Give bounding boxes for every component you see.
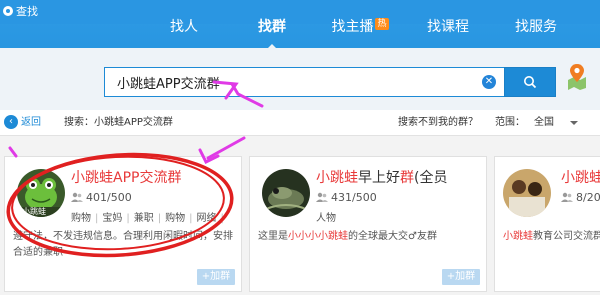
hot-badge: 热 [375,18,389,30]
search-input[interactable] [105,68,465,96]
range-select[interactable]: 全国 [534,110,554,136]
group-avatar[interactable] [503,169,551,217]
group-name[interactable]: 小跳蛙APP交流群 [71,167,181,187]
group-tags: 购物 | 宝妈 | 兼职 | 购物 | 网络 | [71,213,224,224]
cannot-find-link[interactable]: 搜索不到我的群？ [398,110,478,136]
group-results: 小跳蛙 小跳蛙APP交流群 401/500 购物 | 宝妈 | 兼职 | 购物 | 网络 | 遵守… [0,150,600,295]
search-button[interactable] [504,67,556,97]
tab-find-streamer[interactable]: 找主播热 [316,10,404,46]
main-nav: 找人 找群 找主播热 找课程 找服务 [140,10,580,50]
tab-find-course[interactable]: 找课程 [404,10,492,46]
join-group-button[interactable]: +加群 [197,269,235,285]
group-description: 这里是小小小小跳蛙的全球最大交♂友群 [258,231,437,242]
tab-find-people[interactable]: 找人 [140,10,228,46]
chevron-down-icon[interactable] [570,121,578,129]
group-card[interactable]: 小跳蛙 8/200 小跳蛙教育公司交流群 [494,156,600,292]
back-arrow-icon: ‹ [4,115,18,129]
clear-icon[interactable]: ✕ [482,75,496,89]
group-avatar[interactable]: 小跳蛙 [17,169,65,217]
frog-photo-avatar-icon [262,169,310,217]
search-icon [524,76,537,89]
group-description: 遵守法，不发违规信息。合理利用闲暇时间，安排合适的兼职 [13,231,233,258]
avatar-text: 小跳蛙 [22,207,46,216]
search-panel: ✕ [0,48,600,110]
join-group-button[interactable]: +加群 [442,269,480,285]
group-name[interactable]: 小跳蛙早上好群(全员 [316,167,447,187]
app-title: 查找 [16,5,38,18]
filter-bar: ‹ 返回 搜索：小跳蛙APP交流群 搜索不到我的群？ 范围： 全国 [0,110,600,136]
members-icon [316,192,328,202]
location-pin-icon[interactable] [566,62,588,90]
app-logo-icon [3,6,13,16]
member-count: 401/500 [71,191,132,204]
search-breadcrumb: 搜索：小跳蛙APP交流群 [64,117,173,128]
tab-find-service[interactable]: 找服务 [492,10,580,46]
tab-find-group[interactable]: 找群 [228,10,316,50]
group-description: 小跳蛙教育公司交流群 [503,231,600,242]
group-card[interactable]: 小跳蛙早上好群(全员 431/500 人物 这里是小小小小跳蛙的全球最大交♂友群… [249,156,487,292]
back-link[interactable]: ‹ 返回 [4,110,41,136]
members-icon [561,192,573,202]
member-count: 431/500 [316,191,377,204]
group-avatar[interactable] [262,169,310,217]
members-icon [71,192,83,202]
search-box: ✕ [104,67,504,97]
people-photo-avatar-icon [503,169,551,217]
group-name[interactable]: 小跳蛙 [561,167,600,187]
member-count: 8/200 [561,191,600,204]
range-label: 范围： [495,117,525,128]
group-tags: 人物 [316,213,336,224]
group-card[interactable]: 小跳蛙 小跳蛙APP交流群 401/500 购物 | 宝妈 | 兼职 | 购物 | 网络 | 遵守… [4,156,242,292]
